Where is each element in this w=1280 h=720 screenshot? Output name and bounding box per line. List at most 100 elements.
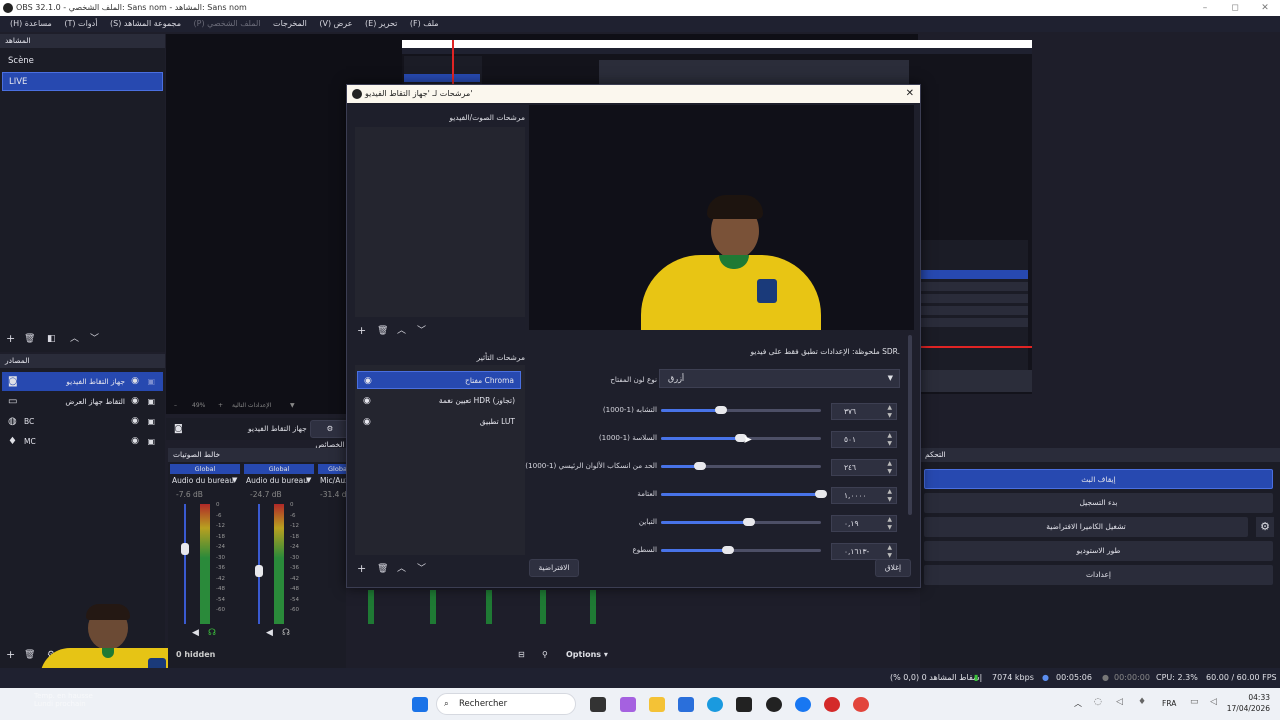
- add-filter-icon[interactable]: +: [357, 563, 366, 575]
- param-spinbox[interactable]: ٣٧٦ ▲ ▼: [831, 403, 897, 420]
- arrow-up-icon[interactable]: ︿: [397, 325, 406, 337]
- param-spinbox[interactable]: ٢٤٦ ▲ ▼: [831, 459, 897, 476]
- menu-view[interactable]: عرض (V): [319, 16, 352, 32]
- obs-taskbar-icon[interactable]: [766, 697, 782, 712]
- file-explorer-icon[interactable]: [649, 697, 665, 712]
- slider-handle[interactable]: [694, 462, 707, 470]
- lock-icon[interactable]: ▣: [147, 372, 155, 391]
- close-dialog-button[interactable]: إغلاق: [875, 559, 911, 577]
- slider-handle[interactable]: [181, 542, 189, 555]
- param-slider[interactable]: [661, 462, 821, 470]
- slider-handle[interactable]: [722, 546, 735, 554]
- source-item-video-capture[interactable]: ◙ جهاز التقاط الفيديو ◉ ▣: [2, 372, 163, 391]
- options-button[interactable]: Options ▾: [566, 646, 608, 664]
- trash-icon[interactable]: 🗑: [377, 563, 388, 575]
- close-button[interactable]: ✕: [1250, 0, 1280, 16]
- arrow-down-icon[interactable]: ﹀: [90, 333, 99, 345]
- headphones-icon[interactable]: ☊: [282, 628, 290, 638]
- spin-arrows-icon[interactable]: ▲ ▼: [887, 488, 892, 504]
- copilot-icon[interactable]: [620, 697, 636, 712]
- eye-icon[interactable]: ◉: [363, 413, 371, 431]
- key-color-select[interactable]: أزرق ▼: [659, 369, 900, 388]
- volume-slider[interactable]: [255, 504, 263, 624]
- arrow-down-icon[interactable]: ﹀: [417, 563, 426, 575]
- trash-icon[interactable]: 🗑: [24, 333, 35, 345]
- eye-icon[interactable]: ◉: [364, 372, 372, 390]
- zoom-out-icon[interactable]: –: [174, 398, 177, 414]
- stop-streaming-button[interactable]: إيقاف البث: [924, 469, 1273, 489]
- param-slider[interactable]: [661, 434, 821, 442]
- start-recording-button[interactable]: بدء التسجيل: [924, 493, 1273, 513]
- taskbar-search-box[interactable]: ⌕ Rechercher: [436, 693, 576, 715]
- app-red-icon[interactable]: [824, 697, 840, 712]
- virtual-camera-gear-icon[interactable]: ⚙: [1256, 517, 1274, 537]
- scene-item-selected[interactable]: LIVE: [2, 72, 163, 91]
- lock-icon[interactable]: ▣: [147, 432, 155, 451]
- maximize-button[interactable]: ◻: [1220, 0, 1250, 16]
- filter-item-chroma-key[interactable]: ◉ مفتاح Chroma: [357, 371, 521, 389]
- lock-icon[interactable]: ▣: [147, 392, 155, 411]
- eye-icon[interactable]: ◉: [131, 392, 139, 411]
- spin-arrows-icon[interactable]: ▲ ▼: [887, 544, 892, 560]
- channel-dropdown-icon[interactable]: ▼: [306, 476, 311, 484]
- param-slider[interactable]: [661, 518, 821, 526]
- dialog-scrollbar[interactable]: [908, 335, 912, 515]
- scale-dropdown-icon[interactable]: ▼: [290, 398, 295, 414]
- add-source-icon[interactable]: +: [6, 649, 15, 661]
- volume-slider[interactable]: [181, 504, 189, 624]
- add-filter-icon[interactable]: +: [357, 325, 366, 337]
- channel-dropdown-icon[interactable]: ▼: [232, 476, 237, 484]
- layout-icon[interactable]: ⊟: [518, 646, 525, 664]
- menu-profile[interactable]: الملف الشخصي (P): [194, 16, 261, 32]
- param-spinbox[interactable]: ٠,١٩ ▲ ▼: [831, 515, 897, 532]
- dialog-close-icon[interactable]: ✕: [906, 85, 914, 103]
- source-item-display-capture[interactable]: ▭ التقاط جهاز العرض ◉ ▣: [2, 392, 163, 411]
- spin-arrows-icon[interactable]: ▲ ▼: [887, 516, 892, 532]
- minimize-button[interactable]: –: [1190, 0, 1220, 16]
- slider-handle[interactable]: [255, 564, 263, 577]
- param-slider[interactable]: [661, 546, 821, 554]
- task-view-icon[interactable]: [590, 697, 606, 712]
- slider-handle[interactable]: [743, 518, 755, 526]
- arrow-up-icon[interactable]: ︿: [70, 333, 79, 345]
- link-icon[interactable]: ⚲: [542, 646, 548, 664]
- menu-tools[interactable]: أدوات (T): [64, 16, 97, 32]
- weather-widget[interactable]: Temp. en hausse Lundi prochain: [14, 692, 134, 716]
- menu-file[interactable]: ملف (F): [410, 16, 439, 32]
- properties-button[interactable]: ⚙ الخصائص: [310, 420, 350, 449]
- param-spinbox[interactable]: ٠,١٦١٣- ▲ ▼: [831, 543, 897, 560]
- menu-docks[interactable]: المخرجات: [273, 16, 307, 32]
- zoom-in-icon[interactable]: +: [218, 398, 223, 414]
- slider-handle[interactable]: [815, 490, 827, 498]
- start-virtual-camera-button[interactable]: تشغيل الكاميرا الافتراضية: [924, 517, 1248, 537]
- studio-mode-button[interactable]: طور الاستوديو: [924, 541, 1273, 561]
- store-icon[interactable]: [678, 697, 694, 712]
- speaker-icon[interactable]: ◀: [192, 628, 199, 638]
- settings-button[interactable]: إعدادات: [924, 565, 1273, 585]
- chrome-icon[interactable]: [853, 697, 869, 712]
- eye-icon[interactable]: ◉: [131, 412, 139, 431]
- source-item-mc[interactable]: ♦ MC ◉ ▣: [2, 432, 163, 451]
- menu-edit[interactable]: تحرير (E): [365, 16, 397, 32]
- source-item-bc[interactable]: ◍ BC ◉ ▣: [2, 412, 163, 431]
- language-indicator[interactable]: FRA: [1162, 699, 1176, 708]
- filter-icon[interactable]: ◧: [47, 333, 56, 345]
- add-scene-icon[interactable]: +: [6, 333, 15, 345]
- capcut-icon[interactable]: [736, 697, 752, 712]
- av-filters-list[interactable]: [355, 127, 525, 317]
- lock-icon[interactable]: ▣: [147, 412, 155, 431]
- scene-item[interactable]: Scène: [2, 52, 163, 71]
- param-spinbox[interactable]: ١,٠٠٠٠ ▲ ▼: [831, 487, 897, 504]
- trash-icon[interactable]: 🗑: [377, 325, 388, 337]
- defaults-button[interactable]: الافتراضية: [529, 559, 579, 577]
- windows-start-icon[interactable]: [412, 697, 428, 712]
- param-slider[interactable]: [661, 490, 827, 498]
- spin-arrows-icon[interactable]: ▲ ▼: [887, 460, 892, 476]
- filter-item-apply-lut[interactable]: ◉ تطبيق LUT: [357, 413, 521, 431]
- param-spinbox[interactable]: ٥٠١ ▲ ▼: [831, 431, 897, 448]
- facebook-icon[interactable]: [795, 697, 811, 712]
- edge-icon[interactable]: [707, 697, 723, 712]
- param-slider[interactable]: [661, 406, 821, 414]
- menu-help[interactable]: مساعدة (H): [10, 16, 52, 32]
- eye-icon[interactable]: ◉: [131, 372, 139, 391]
